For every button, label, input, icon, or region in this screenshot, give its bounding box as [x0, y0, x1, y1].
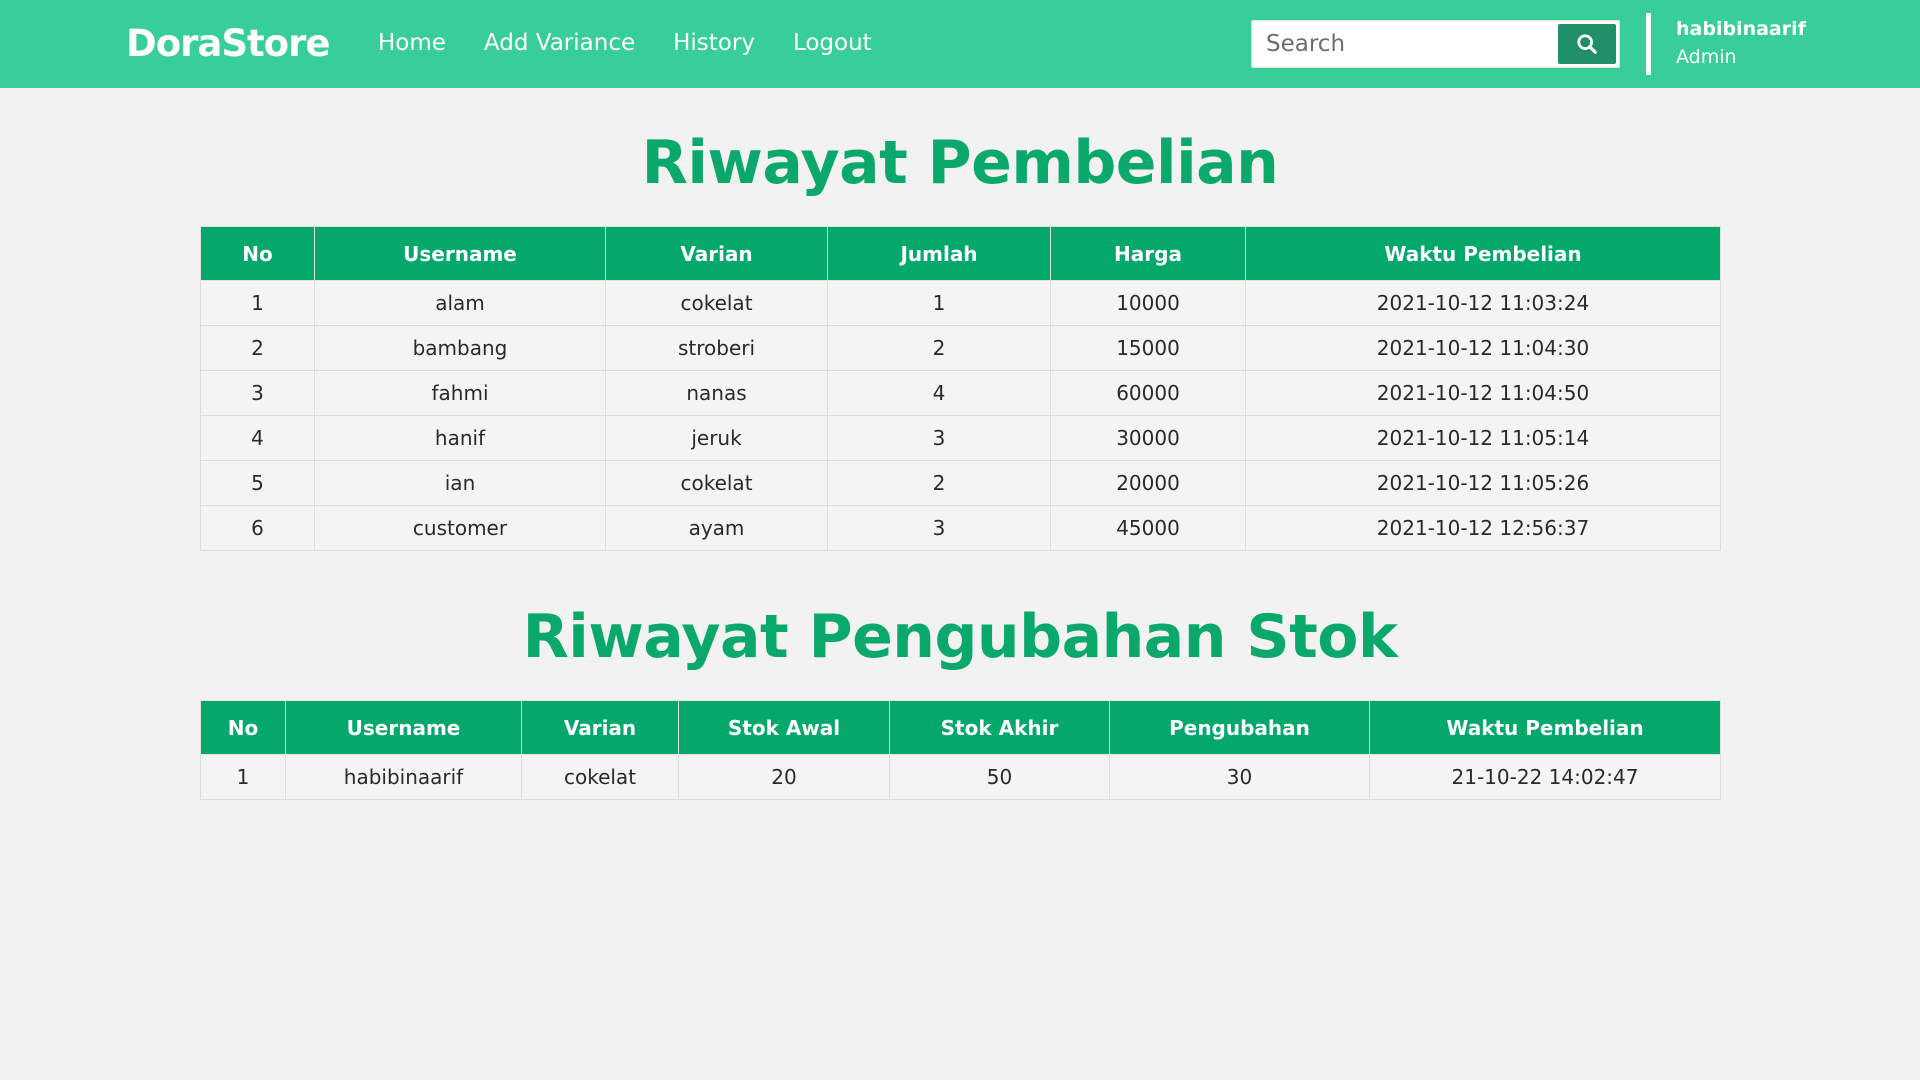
column-header: Varian [605, 226, 828, 281]
table-cell: customer [314, 505, 606, 551]
table-row: 3 fahmi nanas 4 60000 2021-10-12 11:04:5… [200, 370, 1721, 416]
column-header: Stok Awal [678, 700, 890, 755]
table-cell: nanas [605, 370, 828, 416]
search-button[interactable] [1558, 24, 1616, 64]
nav-links: Home Add Variance History Logout [378, 30, 910, 56]
column-header: Varian [521, 700, 679, 755]
table-header-row: No Username Varian Jumlah Harga Waktu Pe… [200, 226, 1721, 281]
column-header: Username [314, 226, 606, 281]
table-cell: 2021-10-12 11:03:24 [1245, 280, 1721, 326]
column-header: Jumlah [827, 226, 1051, 281]
table-cell: 1 [200, 280, 315, 326]
table-cell: 50 [889, 754, 1110, 800]
table-row: 1 alam cokelat 1 10000 2021-10-12 11:03:… [200, 280, 1721, 326]
table-cell: 1 [827, 280, 1051, 326]
table-cell: bambang [314, 325, 606, 371]
stock-history-table: No Username Varian Stok Awal Stok Akhir … [200, 700, 1721, 800]
table-cell: 4 [200, 415, 315, 461]
user-name: habibinaarif [1676, 18, 1806, 40]
table-cell: ayam [605, 505, 828, 551]
table-cell: 2021-10-12 11:05:14 [1245, 415, 1721, 461]
table-row: 6 customer ayam 3 45000 2021-10-12 12:56… [200, 505, 1721, 551]
table-cell: cokelat [521, 754, 679, 800]
table-row: 2 bambang stroberi 2 15000 2021-10-12 11… [200, 325, 1721, 371]
table-cell: 2 [827, 460, 1051, 506]
nav-divider [1646, 13, 1651, 75]
stock-history-title: Riwayat Pengubahan Stok [522, 602, 1398, 672]
search-box [1251, 20, 1620, 68]
nav-link-home[interactable]: Home [378, 30, 446, 56]
table-cell: jeruk [605, 415, 828, 461]
table-cell: ian [314, 460, 606, 506]
search-input[interactable] [1252, 21, 1560, 67]
column-header: No [200, 700, 286, 755]
purchase-history-title: Riwayat Pembelian [641, 128, 1279, 198]
table-cell: 45000 [1050, 505, 1246, 551]
table-header-row: No Username Varian Stok Awal Stok Akhir … [200, 700, 1721, 755]
table-cell: habibinaarif [285, 754, 522, 800]
purchase-history-table: No Username Varian Jumlah Harga Waktu Pe… [200, 226, 1721, 551]
table-cell: 2021-10-12 11:04:30 [1245, 325, 1721, 371]
table-cell: 30000 [1050, 415, 1246, 461]
search-icon [1577, 34, 1597, 54]
table-cell: 21-10-22 14:02:47 [1369, 754, 1721, 800]
table-cell: fahmi [314, 370, 606, 416]
table-cell: 10000 [1050, 280, 1246, 326]
brand-logo[interactable]: DoraStore [126, 22, 330, 65]
table-row: 1 habibinaarif cokelat 20 50 30 21-10-22… [200, 754, 1721, 800]
table-cell: hanif [314, 415, 606, 461]
table-cell: 6 [200, 505, 315, 551]
column-header: No [200, 226, 315, 281]
table-cell: 2021-10-12 12:56:37 [1245, 505, 1721, 551]
table-cell: 20000 [1050, 460, 1246, 506]
user-role: Admin [1676, 46, 1737, 68]
table-cell: 60000 [1050, 370, 1246, 416]
column-header: Username [285, 700, 522, 755]
table-row: 5 ian cokelat 2 20000 2021-10-12 11:05:2… [200, 460, 1721, 506]
table-cell: 15000 [1050, 325, 1246, 371]
table-cell: 30 [1109, 754, 1370, 800]
table-cell: 2 [827, 325, 1051, 371]
table-row: 4 hanif jeruk 3 30000 2021-10-12 11:05:1… [200, 415, 1721, 461]
nav-link-logout[interactable]: Logout [793, 30, 872, 56]
table-cell: 5 [200, 460, 315, 506]
column-header: Harga [1050, 226, 1246, 281]
navbar: DoraStore Home Add Variance History Logo… [0, 0, 1920, 88]
table-cell: cokelat [605, 280, 828, 326]
table-cell: cokelat [605, 460, 828, 506]
table-cell: 1 [200, 754, 286, 800]
table-cell: 3 [200, 370, 315, 416]
table-cell: 2 [200, 325, 315, 371]
table-cell: 2021-10-12 11:04:50 [1245, 370, 1721, 416]
nav-link-add-variance[interactable]: Add Variance [484, 30, 635, 56]
column-header: Stok Akhir [889, 700, 1110, 755]
table-cell: 4 [827, 370, 1051, 416]
table-cell: 20 [678, 754, 890, 800]
table-cell: alam [314, 280, 606, 326]
table-cell: 2021-10-12 11:05:26 [1245, 460, 1721, 506]
nav-link-history[interactable]: History [673, 30, 755, 56]
column-header: Pengubahan [1109, 700, 1370, 755]
column-header: Waktu Pembelian [1245, 226, 1721, 281]
column-header: Waktu Pembelian [1369, 700, 1721, 755]
table-cell: 3 [827, 505, 1051, 551]
table-cell: 3 [827, 415, 1051, 461]
table-cell: stroberi [605, 325, 828, 371]
